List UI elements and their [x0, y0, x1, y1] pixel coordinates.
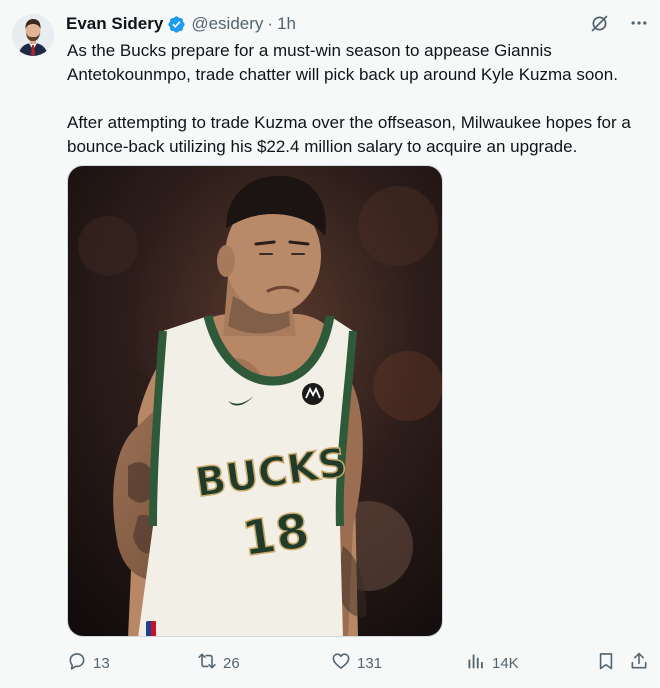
jersey-number-text: 18 [239, 503, 313, 568]
retweet-button[interactable]: 26 [197, 651, 240, 675]
tweet: Evan Sidery @esidery · 1h As the Bucks p… [0, 0, 660, 688]
views-button[interactable]: 14K [466, 651, 519, 675]
reply-count: 13 [93, 654, 110, 672]
tweet-photo[interactable]: BUCKS 18 [67, 165, 443, 637]
tweet-paragraph-1: As the Bucks prepare for a must-win seas… [67, 41, 618, 84]
tweet-paragraph-2: After attempting to trade Kuzma over the… [67, 113, 631, 156]
more-icon[interactable] [628, 12, 650, 34]
share-button[interactable] [629, 651, 649, 675]
tweet-top-actions [588, 12, 650, 34]
like-button[interactable]: 131 [331, 651, 382, 675]
heart-icon [331, 651, 351, 675]
reply-icon [67, 651, 87, 675]
retweet-icon [197, 651, 217, 675]
share-icon [629, 651, 649, 675]
author-handle[interactable]: @esidery [191, 14, 263, 34]
bookmark-button[interactable] [596, 651, 616, 675]
reply-button[interactable]: 13 [67, 651, 110, 675]
bookmark-icon [596, 651, 616, 675]
tweet-action-bar: 13 26 131 14K [67, 650, 652, 676]
retweet-count: 26 [223, 654, 240, 672]
views-icon [466, 651, 486, 675]
like-count: 131 [357, 654, 383, 672]
views-count: 14K [492, 654, 519, 672]
avatar[interactable] [12, 14, 54, 56]
timestamp[interactable]: 1h [277, 14, 296, 34]
author-name[interactable]: Evan Sidery [66, 14, 163, 34]
verified-badge-icon [167, 15, 186, 34]
tweet-header: Evan Sidery @esidery · 1h [66, 13, 296, 35]
player-photo: BUCKS 18 [68, 166, 442, 636]
grok-icon[interactable] [588, 12, 610, 34]
tweet-text: As the Bucks prepare for a must-win seas… [67, 39, 652, 159]
separator-dot: · [267, 14, 274, 33]
